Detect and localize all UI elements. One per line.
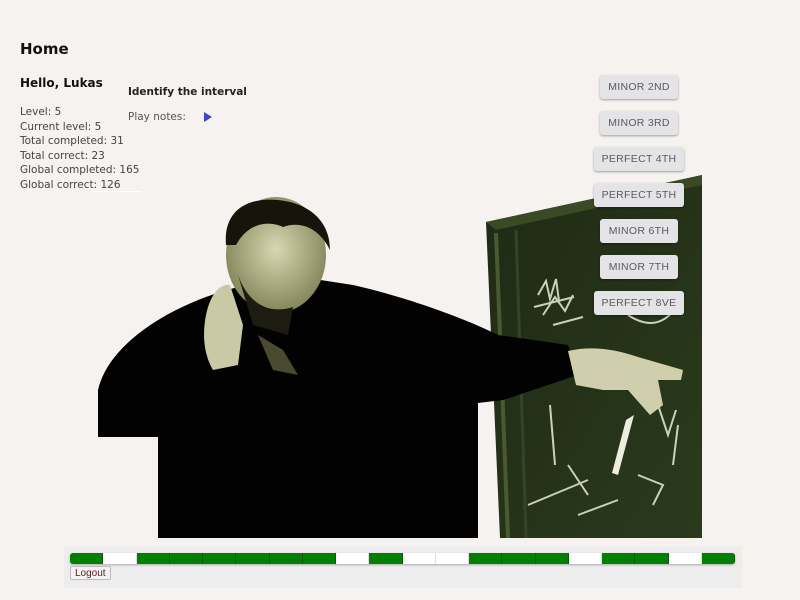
result-segment-correct [269,553,303,564]
stat-current-level: Current level: 5 [20,120,102,133]
result-segment-incorrect [336,553,370,564]
play-notes-label: Play notes: [128,111,186,123]
result-segment-correct [502,553,536,564]
exercise-title: Identify the interval [128,86,247,98]
result-segment-incorrect [568,553,602,564]
logout-button[interactable]: Logout [70,566,111,580]
result-segment-incorrect [402,553,436,564]
answer-perfect-4th[interactable]: PERFECT 4TH [594,147,684,171]
stat-level: Level: 5 [20,106,62,118]
result-segment-correct [70,553,104,564]
result-segment-correct [535,553,569,564]
stat-total-correct: Total correct: 23 [20,149,105,162]
result-segment-correct [236,553,270,564]
answer-minor-3rd[interactable]: MINOR 3RD [600,111,678,135]
result-segment-incorrect [668,553,702,564]
answer-perfect-5th[interactable]: PERFECT 5TH [594,183,684,207]
answer-minor-7th[interactable]: MINOR 7TH [600,255,678,279]
stat-total-completed: Total completed: 31 [20,135,124,147]
result-segment-correct [701,553,735,564]
answer-minor-2nd[interactable]: MINOR 2ND [600,75,678,99]
play-icon[interactable] [203,112,212,122]
result-segment-correct [203,553,237,564]
result-segment-incorrect [435,553,469,564]
result-segment-correct [602,553,636,564]
result-segment-correct [169,553,203,564]
result-segment-correct [302,553,336,564]
result-segment-correct [635,553,669,564]
result-segment-correct [369,553,403,564]
answer-minor-6th[interactable]: MINOR 6TH [600,219,678,243]
result-segment-correct [469,553,503,564]
results-progress-bar [70,553,735,564]
play-notes-row: Play notes: [128,111,212,123]
answer-perfect-8ve[interactable]: PERFECT 8VE [594,291,684,315]
result-segment-correct [136,553,170,564]
result-segment-incorrect [103,553,137,564]
page-title: Home [20,40,69,58]
greeting: Hello, Lukas [20,76,103,90]
